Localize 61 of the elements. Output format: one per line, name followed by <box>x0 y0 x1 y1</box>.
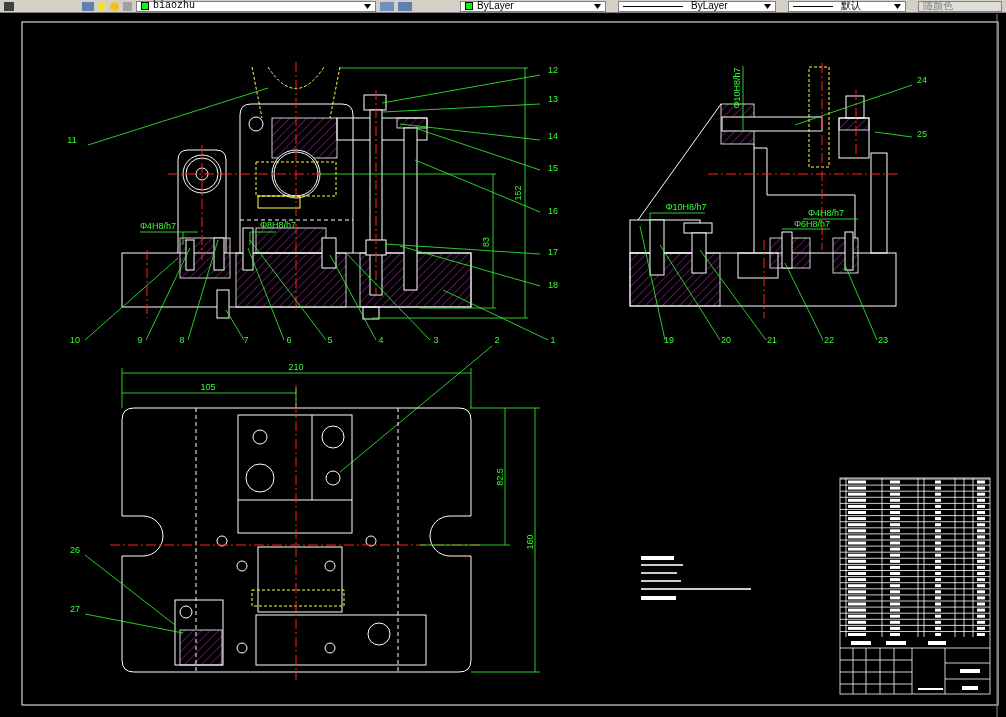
balloon-number: 7 <box>243 335 249 345</box>
balloon-number: 15 <box>548 163 558 173</box>
balloon-number: 18 <box>548 280 558 290</box>
balloon-number: 9 <box>137 335 143 345</box>
lock-icon[interactable] <box>123 1 132 11</box>
dimension-text: Φ8H8/h7 <box>259 220 297 230</box>
color-dropdown[interactable]: ByLayer <box>460 0 606 12</box>
linetype-dropdown[interactable]: ByLayer <box>618 0 776 12</box>
balloon-number: 26 <box>70 545 80 555</box>
balloon-number: 2 <box>494 335 500 345</box>
leader-line <box>874 131 913 138</box>
balloon-number: 14 <box>548 131 558 141</box>
dimension-text: 152 <box>513 185 523 201</box>
layer-state-icon[interactable] <box>380 1 394 11</box>
leader-line <box>225 309 245 341</box>
balloon-number: 12 <box>548 65 558 75</box>
layers-icon[interactable] <box>398 1 412 11</box>
balloon-number: 20 <box>721 335 731 345</box>
layer-dropdown[interactable]: biaozhu <box>136 0 376 12</box>
balloon-number: 11 <box>67 135 77 145</box>
balloon-number: 22 <box>824 335 834 345</box>
dimension-text: 160 <box>525 534 535 550</box>
layers-icon[interactable] <box>82 1 94 11</box>
balloon-number: 13 <box>548 94 558 104</box>
balloon-number: 21 <box>767 335 777 345</box>
caret-icon <box>894 3 901 9</box>
balloon-number: 1 <box>550 335 556 345</box>
balloon-number: 17 <box>548 247 558 257</box>
dimension-text: Φ6H8/h7 <box>793 219 831 229</box>
drawing-canvas[interactable]: 11 12 13 14 15 16 17 18 10 9 8 7 6 5 4 3 2 1 Φ4H8/h7 Φ8H8/h7 152 83 24 25 19 20 21 22 23 Φ10H8/h7 Φ10H8/h7 Φ4H8/h7 Φ6H8/h7 26 27 210 105 82.5 160 <box>0 13 1006 717</box>
balloon-number: 5 <box>327 335 333 345</box>
caret-icon <box>764 3 771 9</box>
sun-icon[interactable] <box>110 1 119 11</box>
dimension-text: 210 <box>288 362 304 372</box>
balloon-number: 19 <box>664 335 674 345</box>
balloon-number: 10 <box>70 335 80 345</box>
balloon-number: 3 <box>433 335 439 345</box>
layer-icon[interactable] <box>4 1 14 11</box>
line-sample-icon <box>793 5 833 7</box>
dimension-text: Φ10H8/h7 <box>732 67 742 109</box>
lineweight-dropdown[interactable]: 默认 <box>788 0 906 12</box>
balloon-number: 8 <box>179 335 185 345</box>
balloon-number: 24 <box>917 75 927 85</box>
dimension-text: Φ4H8/h7 <box>139 221 177 231</box>
balloon-number: 6 <box>286 335 292 345</box>
caret-icon <box>594 3 601 9</box>
balloon-number: 16 <box>548 206 558 216</box>
caret-icon <box>364 3 371 9</box>
dimension-text: 83 <box>481 237 491 247</box>
dimension-text: Φ4H8/h7 <box>807 208 845 218</box>
balloon-number: 25 <box>917 129 927 139</box>
color-swatch-icon <box>141 2 149 10</box>
lightbulb-icon[interactable] <box>98 1 106 11</box>
color-swatch-icon <box>465 2 473 10</box>
dimension-text: 82.5 <box>495 468 505 486</box>
dimension-text: Φ10H8/h7 <box>665 202 707 212</box>
balloon-number: 23 <box>878 335 888 345</box>
dimension-text: 105 <box>200 382 216 392</box>
balloon-number: 27 <box>70 604 80 614</box>
balloon-number: 4 <box>378 335 384 345</box>
line-sample-icon <box>623 5 683 7</box>
